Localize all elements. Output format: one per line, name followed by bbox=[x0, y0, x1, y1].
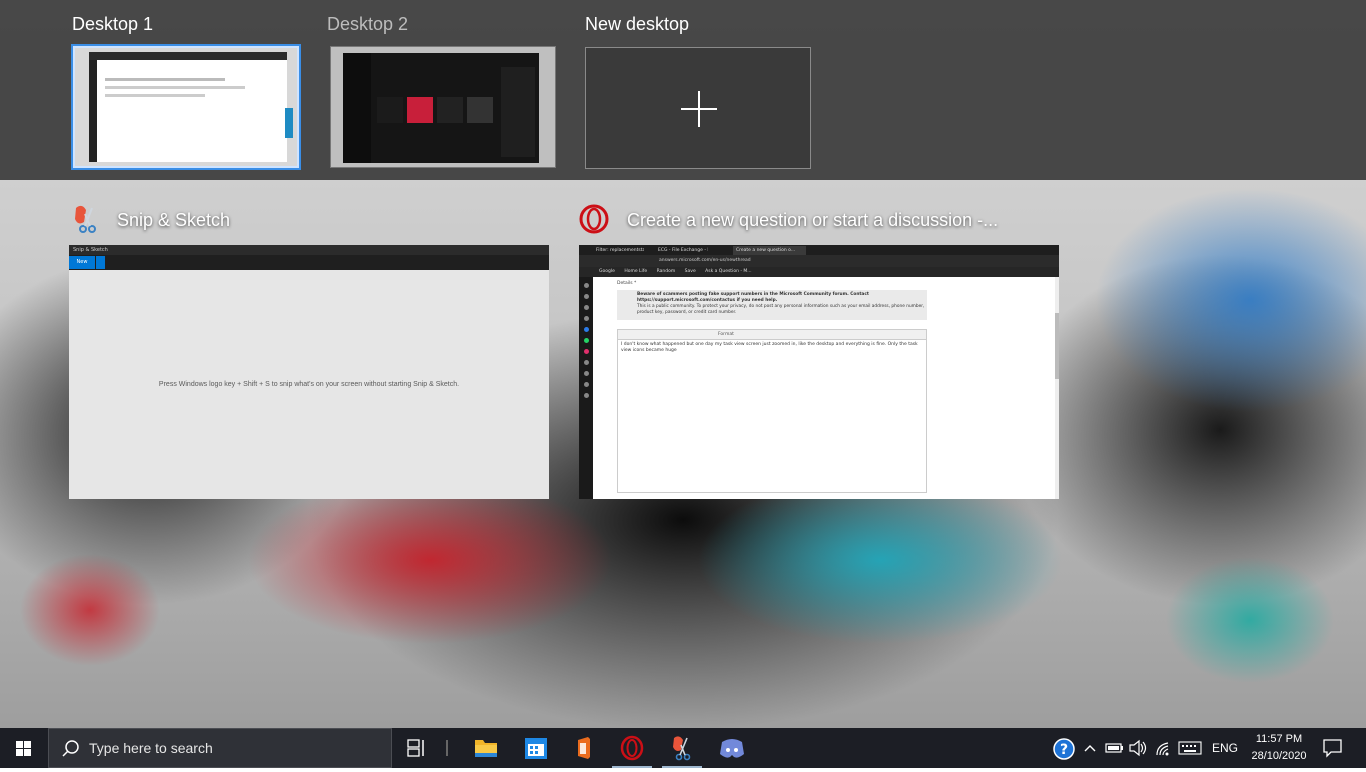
desktop-1-preview bbox=[75, 48, 297, 166]
file-explorer-button[interactable] bbox=[462, 728, 510, 768]
desktop-2-thumbnail[interactable] bbox=[330, 46, 556, 168]
warning-title: Beware of scammers posting fake support … bbox=[637, 292, 869, 303]
svg-text:?: ? bbox=[1060, 742, 1068, 758]
search-box[interactable]: Type here to search bbox=[48, 728, 392, 768]
desktop-2-label[interactable]: Desktop 2 bbox=[327, 14, 408, 35]
bookmark: Ask a Question - M... bbox=[705, 269, 752, 274]
opera-window-preview[interactable]: Filter: replacementstatus to f... ECG - … bbox=[579, 245, 1059, 499]
chevron-up-icon[interactable] bbox=[1082, 740, 1098, 756]
clock-time[interactable]: 11:57 PM bbox=[1250, 733, 1308, 745]
bookmark: Home Life bbox=[624, 269, 648, 274]
desktop-1-label[interactable]: Desktop 1 bbox=[72, 14, 153, 35]
calendar-button[interactable] bbox=[512, 728, 560, 768]
help-icon[interactable]: ? bbox=[1052, 737, 1076, 761]
clock-date[interactable]: 28/10/2020 bbox=[1250, 750, 1308, 762]
keyboard-icon[interactable] bbox=[1178, 740, 1202, 756]
opera-window-title[interactable]: Create a new question or start a discuss… bbox=[627, 210, 998, 231]
opera-app-icon bbox=[579, 204, 609, 234]
browser-tab-bar: Filter: replacementstatus to f... ECG - … bbox=[579, 245, 1059, 255]
page-scrollbar bbox=[1055, 277, 1059, 499]
editor-body: I don't know what happened but one day m… bbox=[621, 342, 918, 353]
office-button[interactable] bbox=[560, 728, 608, 768]
discord-icon bbox=[720, 739, 744, 758]
snip-sketch-titlebar: Snip & Sketch bbox=[69, 245, 549, 255]
opera-taskbar-button[interactable] bbox=[608, 728, 656, 768]
scam-warning-box: Beware of scammers posting fake support … bbox=[617, 290, 927, 320]
snip-sketch-window-title[interactable]: Snip & Sketch bbox=[117, 210, 230, 231]
task-view-icon bbox=[407, 739, 424, 757]
notifications-icon[interactable] bbox=[1322, 738, 1344, 758]
opera-sidebar bbox=[579, 277, 593, 499]
snip-sketch-hint: Press Windows logo key + Shift + S to sn… bbox=[158, 381, 460, 388]
question-editor: Format I don't know what happened but on… bbox=[617, 329, 927, 493]
desktop-2-preview bbox=[331, 47, 555, 167]
desktop-1-thumbnail[interactable] bbox=[71, 44, 301, 170]
snip-sketch-toolbar: New bbox=[69, 255, 549, 270]
browser-tab: Filter: replacementstatus to f... bbox=[596, 248, 644, 253]
snip-sketch-taskbar-button[interactable] bbox=[658, 728, 706, 768]
details-label: Details * bbox=[617, 281, 637, 286]
snip-sketch-icon bbox=[673, 736, 691, 761]
folder-icon bbox=[475, 740, 497, 757]
editor-toolbar: Format bbox=[618, 330, 926, 340]
page-content: Details * Beware of scammers posting fak… bbox=[593, 277, 1059, 499]
discord-button[interactable] bbox=[708, 728, 756, 768]
snip-sketch-app-icon bbox=[75, 205, 96, 233]
taskbar: Type here to search ? ENG 11:57 PM 28/10… bbox=[0, 728, 1366, 768]
search-placeholder: Type here to search bbox=[89, 740, 213, 756]
bookmark: Google bbox=[599, 269, 615, 274]
opera-icon bbox=[620, 735, 644, 761]
browser-tab-active: Create a new question o... bbox=[733, 246, 806, 255]
format-dropdown: Format bbox=[718, 332, 734, 337]
windows-logo-icon bbox=[16, 741, 31, 756]
snip-sketch-window-preview[interactable]: Snip & Sketch New Press Windows logo key… bbox=[69, 245, 549, 499]
wifi-icon[interactable] bbox=[1154, 739, 1174, 757]
bookmarks-bar: Google Home Life Random Save Ask a Quest… bbox=[579, 267, 1059, 277]
start-button[interactable] bbox=[0, 728, 48, 768]
calendar-icon bbox=[525, 738, 547, 759]
volume-icon[interactable] bbox=[1128, 739, 1148, 757]
address-bar: answers.microsoft.com/en-us/newthread bbox=[579, 255, 1059, 267]
office-icon bbox=[578, 737, 590, 759]
task-view-button[interactable] bbox=[392, 728, 440, 768]
browser-tab: ECG - File Exchange - MAT... bbox=[658, 248, 708, 253]
battery-icon[interactable] bbox=[1105, 740, 1125, 756]
bookmark: Random bbox=[656, 269, 676, 274]
new-desktop-button[interactable] bbox=[585, 47, 811, 169]
new-snip-button: New bbox=[69, 256, 95, 269]
bookmark: Save bbox=[684, 269, 696, 274]
virtual-desktops-bar: Desktop 1 Desktop 2 New desktop bbox=[0, 0, 1366, 180]
url-text: answers.microsoft.com/en-us/newthread bbox=[659, 258, 751, 263]
warning-body: This is a public community. To protect y… bbox=[637, 304, 925, 315]
chevron-down-icon bbox=[96, 256, 105, 269]
new-desktop-label[interactable]: New desktop bbox=[585, 14, 689, 35]
search-icon bbox=[62, 740, 79, 757]
taskbar-separator bbox=[446, 740, 448, 756]
language-indicator[interactable]: ENG bbox=[1212, 741, 1238, 755]
